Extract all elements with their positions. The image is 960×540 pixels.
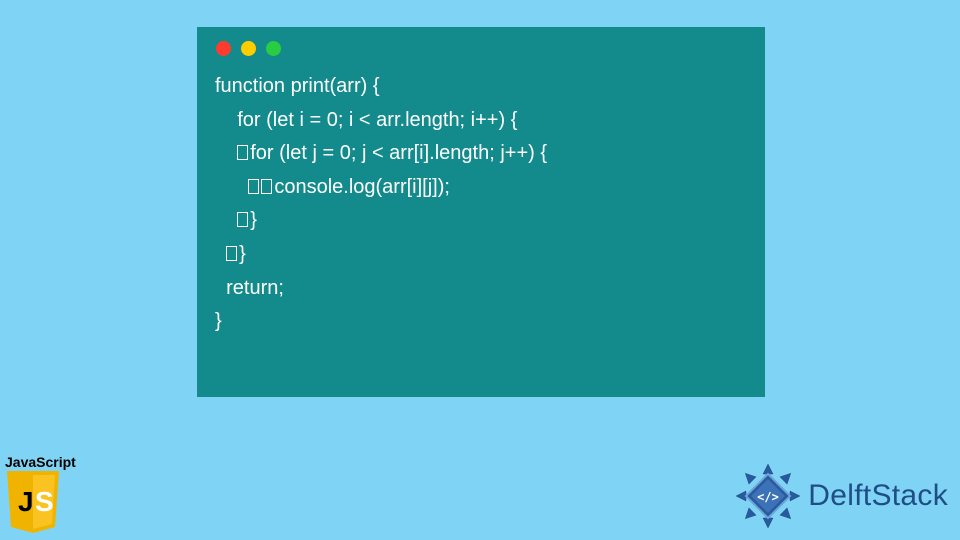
maximize-icon [266,41,281,56]
code-block: function print(arr) { for (let i = 0; i … [213,70,749,339]
close-icon [216,41,231,56]
delftstack-emblem-icon: </> [732,460,804,532]
javascript-label: JavaScript [5,454,76,470]
window-controls [216,41,749,56]
code-window: function print(arr) { for (let i = 0; i … [197,27,765,397]
javascript-shield-icon: J S [5,471,61,533]
svg-text:J: J [18,486,34,517]
javascript-logo: JavaScript J S [5,454,76,533]
svg-text:</>: </> [757,490,779,504]
delftstack-text: DelftStack [808,479,948,513]
delftstack-logo: </> DelftStack [732,460,948,532]
minimize-icon [241,41,256,56]
svg-text:S: S [35,486,54,517]
